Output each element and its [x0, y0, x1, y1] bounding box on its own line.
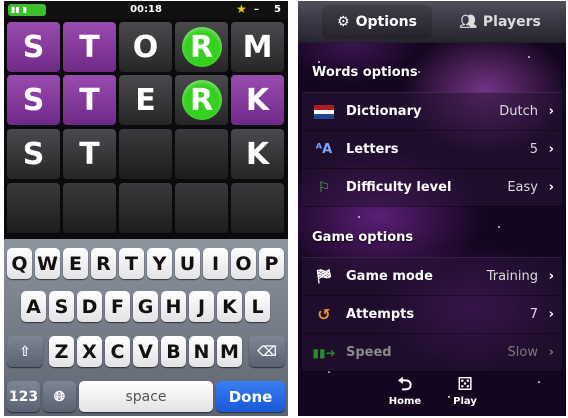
difficulty-level-row[interactable]: ⚐ Difficulty level Easy ›: [302, 169, 562, 207]
tile: [119, 129, 172, 179]
key-c[interactable]: C: [105, 336, 130, 367]
backspace-icon: ⌫: [257, 343, 277, 360]
tile: K: [231, 75, 284, 125]
key-g[interactable]: G: [133, 291, 158, 322]
status-bar: ▮▮ ▮ 00:18 ★ – 5: [4, 1, 288, 19]
tile: S: [7, 22, 60, 72]
words-options-title: Words options: [312, 65, 418, 80]
tile: T: [63, 22, 116, 72]
globe-key[interactable]: 🌐︎: [43, 381, 76, 412]
tile: [231, 183, 284, 233]
chevron-right-icon: ›: [548, 142, 554, 157]
correct-letter-marker: R: [181, 80, 222, 120]
shift-arrow-icon: ⇧: [19, 343, 31, 360]
key-f[interactable]: F: [105, 291, 130, 322]
back-arrow-icon: ⮌: [397, 374, 413, 395]
game-mode-row[interactable]: 🏁︎ Game mode Training ›: [302, 258, 562, 296]
key-i[interactable]: I: [203, 248, 228, 279]
keyboard: Q W E R T Y U I O P A S D F G H J K L ⇧ …: [4, 239, 288, 416]
tile: [175, 183, 228, 233]
numbers-key[interactable]: 123: [7, 381, 40, 412]
key-s[interactable]: S: [49, 291, 74, 322]
gears-icon: ⚙︎: [337, 14, 350, 30]
tile: [7, 183, 60, 233]
key-r[interactable]: R: [91, 248, 116, 279]
tile: K: [231, 129, 284, 179]
chevron-right-icon: ›: [548, 345, 554, 360]
tile: M: [231, 22, 284, 72]
key-e[interactable]: E: [63, 248, 88, 279]
tab-players[interactable]: 👥︎ Players: [444, 5, 556, 39]
tile: S: [7, 129, 60, 179]
key-w[interactable]: W: [35, 248, 60, 279]
speed-arrow-icon: ▮▮➜: [312, 345, 336, 360]
key-l[interactable]: L: [245, 291, 270, 322]
checkered-flag-icon: 🏁︎: [315, 268, 333, 285]
options-screen: ⚙︎ Options 👥︎ Players Words options Dict…: [298, 1, 566, 416]
score-separator: –: [254, 4, 259, 15]
chevron-right-icon: ›: [548, 269, 554, 284]
space-key[interactable]: space: [79, 381, 213, 412]
tile: T: [63, 75, 116, 125]
speed-row: ▮▮➜ Speed Slow ›: [302, 334, 562, 372]
game-options-title: Game options: [312, 230, 414, 245]
key-v[interactable]: V: [133, 336, 158, 367]
dictionary-row[interactable]: Dictionary Dutch ›: [302, 93, 562, 131]
word-board: S T O R M S T E R K S T K: [7, 22, 285, 236]
tab-options[interactable]: ⚙︎ Options: [322, 5, 432, 39]
tile: [63, 183, 116, 233]
chevron-right-icon: ›: [548, 104, 554, 119]
shift-key[interactable]: ⇧: [7, 336, 43, 367]
key-a[interactable]: A: [21, 291, 46, 322]
done-key[interactable]: Done: [216, 381, 285, 412]
players-icon: 👥︎: [459, 14, 477, 30]
key-q[interactable]: Q: [7, 248, 32, 279]
key-z[interactable]: Z: [49, 336, 74, 367]
words-options-group: Dictionary Dutch › ᴬA Letters 5 › ⚐ Diff…: [302, 92, 562, 207]
key-o[interactable]: O: [231, 248, 256, 279]
letters-row[interactable]: ᴬA Letters 5 ›: [302, 131, 562, 169]
tile: R: [175, 75, 228, 125]
dice-icon: ⚄: [457, 374, 473, 395]
game-screen: ▮▮ ▮ 00:18 ★ – 5 S T O R M S T E R K S T…: [4, 1, 288, 416]
attempts-row[interactable]: ↺ Attempts 7 ›: [302, 296, 562, 334]
correct-letter-marker: R: [181, 27, 222, 67]
game-options-group: 🏁︎ Game mode Training › ↺ Attempts 7 › ▮…: [302, 257, 562, 372]
key-j[interactable]: J: [189, 291, 214, 322]
globe-icon: 🌐︎: [53, 388, 66, 405]
key-p[interactable]: P: [259, 248, 284, 279]
netherlands-flag-icon: [312, 102, 336, 122]
tile: R: [175, 22, 228, 72]
key-m[interactable]: M: [217, 336, 242, 367]
tile: S: [7, 75, 60, 125]
tile: [175, 129, 228, 179]
key-n[interactable]: N: [189, 336, 214, 367]
chevron-right-icon: ›: [548, 307, 554, 322]
refresh-icon: ↺: [317, 305, 331, 324]
flag-icon: ⚐: [317, 179, 331, 196]
key-k[interactable]: K: [217, 291, 242, 322]
key-u[interactable]: U: [175, 248, 200, 279]
key-b[interactable]: B: [161, 336, 186, 367]
key-t[interactable]: T: [119, 248, 144, 279]
tile: T: [63, 129, 116, 179]
home-button[interactable]: ⮌ Home: [380, 374, 430, 412]
chevron-right-icon: ›: [548, 180, 554, 195]
tile: [119, 183, 172, 233]
options-top-bar: ⚙︎ Options 👥︎ Players: [298, 1, 566, 43]
key-d[interactable]: D: [77, 291, 102, 322]
key-h[interactable]: H: [161, 291, 186, 322]
backspace-key[interactable]: ⌫: [249, 336, 285, 367]
tile: O: [119, 22, 172, 72]
play-button[interactable]: ⚄ Play: [440, 374, 490, 412]
star-icon: ★: [236, 2, 247, 16]
letters-icon: ᴬA: [315, 142, 333, 157]
key-x[interactable]: X: [77, 336, 102, 367]
screenshot-stage: ▮▮ ▮ 00:18 ★ – 5 S T O R M S T E R K S T…: [0, 0, 568, 418]
tile: E: [119, 75, 172, 125]
key-y[interactable]: Y: [147, 248, 172, 279]
score: 5: [274, 4, 281, 15]
